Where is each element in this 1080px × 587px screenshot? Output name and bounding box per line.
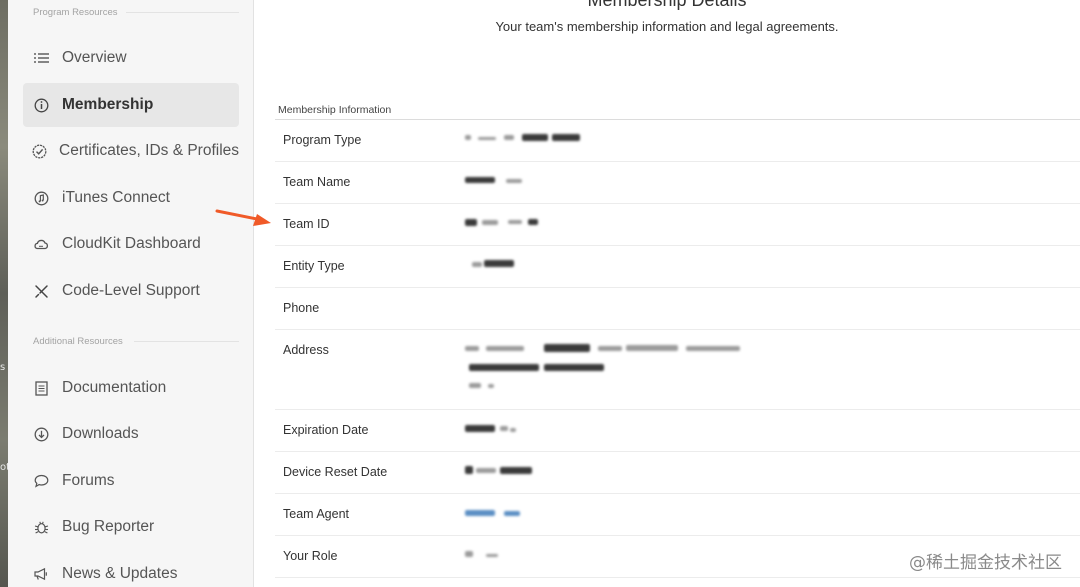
table-row-team-id: Team ID	[275, 204, 1080, 246]
sidebar: Program Resources Overview Membership Ce…	[8, 0, 254, 587]
table-row-team-agent: Team Agent	[275, 494, 1080, 536]
desktop-edge-text: s	[0, 362, 6, 373]
row-label: Team Name	[283, 175, 351, 189]
redacted-value	[464, 130, 764, 146]
membership-info-table: Program Type Team Name Team ID Entity Ty…	[275, 119, 1080, 578]
row-label: Your Role	[283, 549, 338, 563]
row-label: Address	[283, 343, 329, 357]
list-icon	[32, 49, 50, 67]
table-row-team-name: Team Name	[275, 162, 1080, 204]
section-heading-program-resources: Program Resources	[33, 7, 118, 18]
section-heading-additional-resources: Additional Resources	[33, 336, 123, 347]
table-row-device-reset-date: Device Reset Date	[275, 452, 1080, 494]
desktop-background-strip	[0, 0, 8, 587]
sidebar-item-label: Certificates, IDs & Profiles	[59, 142, 240, 159]
megaphone-icon	[32, 565, 50, 583]
redacted-value	[464, 420, 764, 436]
redacted-value	[464, 462, 764, 478]
main-content: Membership Details Your team's membershi…	[254, 0, 1080, 587]
sidebar-item-membership[interactable]: Membership	[23, 83, 239, 127]
sidebar-item-overview[interactable]: Overview	[23, 36, 239, 80]
sidebar-item-news-updates[interactable]: News & Updates	[23, 552, 239, 587]
row-label: Team ID	[283, 217, 330, 231]
divider	[126, 12, 239, 13]
sidebar-item-itunes-connect[interactable]: iTunes Connect	[23, 176, 239, 220]
row-label: Team Agent	[283, 507, 350, 521]
section-heading-membership-information: Membership Information	[278, 104, 392, 116]
download-icon	[32, 425, 50, 443]
redacted-value	[464, 546, 764, 562]
annotation-arrow-icon	[215, 209, 271, 226]
row-label: Program Type	[283, 133, 362, 147]
sidebar-item-label: CloudKit Dashboard	[62, 235, 201, 252]
table-row-phone: Phone	[275, 288, 1080, 330]
table-row-expiration-date: Expiration Date	[275, 410, 1080, 452]
chat-bubble-icon	[32, 472, 50, 490]
redacted-value	[464, 172, 764, 188]
redacted-value	[464, 214, 764, 230]
tools-icon	[32, 282, 50, 300]
sidebar-item-forums[interactable]: Forums	[23, 459, 239, 503]
row-label: Phone	[283, 301, 320, 315]
sidebar-item-label: Membership	[62, 96, 154, 113]
sidebar-item-certificates[interactable]: Certificates, IDs & Profiles	[23, 129, 239, 173]
bug-icon	[32, 518, 50, 536]
table-row-program-type: Program Type	[275, 120, 1080, 162]
sidebar-item-label: News & Updates	[62, 565, 178, 582]
sidebar-item-label: Documentation	[62, 379, 167, 396]
divider	[134, 341, 239, 342]
page-title: Membership Details	[587, 0, 747, 10]
watermark: @稀土掘金技术社区	[909, 553, 1062, 573]
redacted-value	[464, 340, 764, 400]
sidebar-item-label: Bug Reporter	[62, 518, 155, 535]
sidebar-item-cloudkit-dashboard[interactable]: CloudKit Dashboard	[23, 222, 239, 266]
redacted-link-value[interactable]	[464, 504, 764, 520]
row-label: Device Reset Date	[283, 465, 388, 479]
sidebar-item-label: Forums	[62, 472, 115, 489]
document-icon	[32, 379, 50, 397]
row-label: Entity Type	[283, 259, 345, 273]
sidebar-item-downloads[interactable]: Downloads	[23, 412, 239, 456]
redacted-value	[464, 256, 764, 272]
table-row-address: Address	[275, 330, 1080, 410]
table-row-entity-type: Entity Type	[275, 246, 1080, 288]
sidebar-item-label: iTunes Connect	[62, 189, 170, 206]
sidebar-item-label: Overview	[62, 49, 127, 66]
sidebar-item-code-level-support[interactable]: Code-Level Support	[23, 269, 239, 313]
sidebar-item-bug-reporter[interactable]: Bug Reporter	[23, 505, 239, 549]
check-badge-icon	[32, 142, 47, 160]
page-subtitle: Your team's membership information and l…	[495, 19, 839, 34]
info-circle-icon	[32, 96, 50, 114]
sidebar-item-label: Code-Level Support	[62, 282, 200, 299]
sidebar-item-documentation[interactable]: Documentation	[23, 366, 239, 410]
cloud-icon	[32, 235, 50, 253]
sidebar-item-label: Downloads	[62, 425, 139, 442]
row-label: Expiration Date	[283, 423, 369, 437]
itunes-icon	[32, 189, 50, 207]
